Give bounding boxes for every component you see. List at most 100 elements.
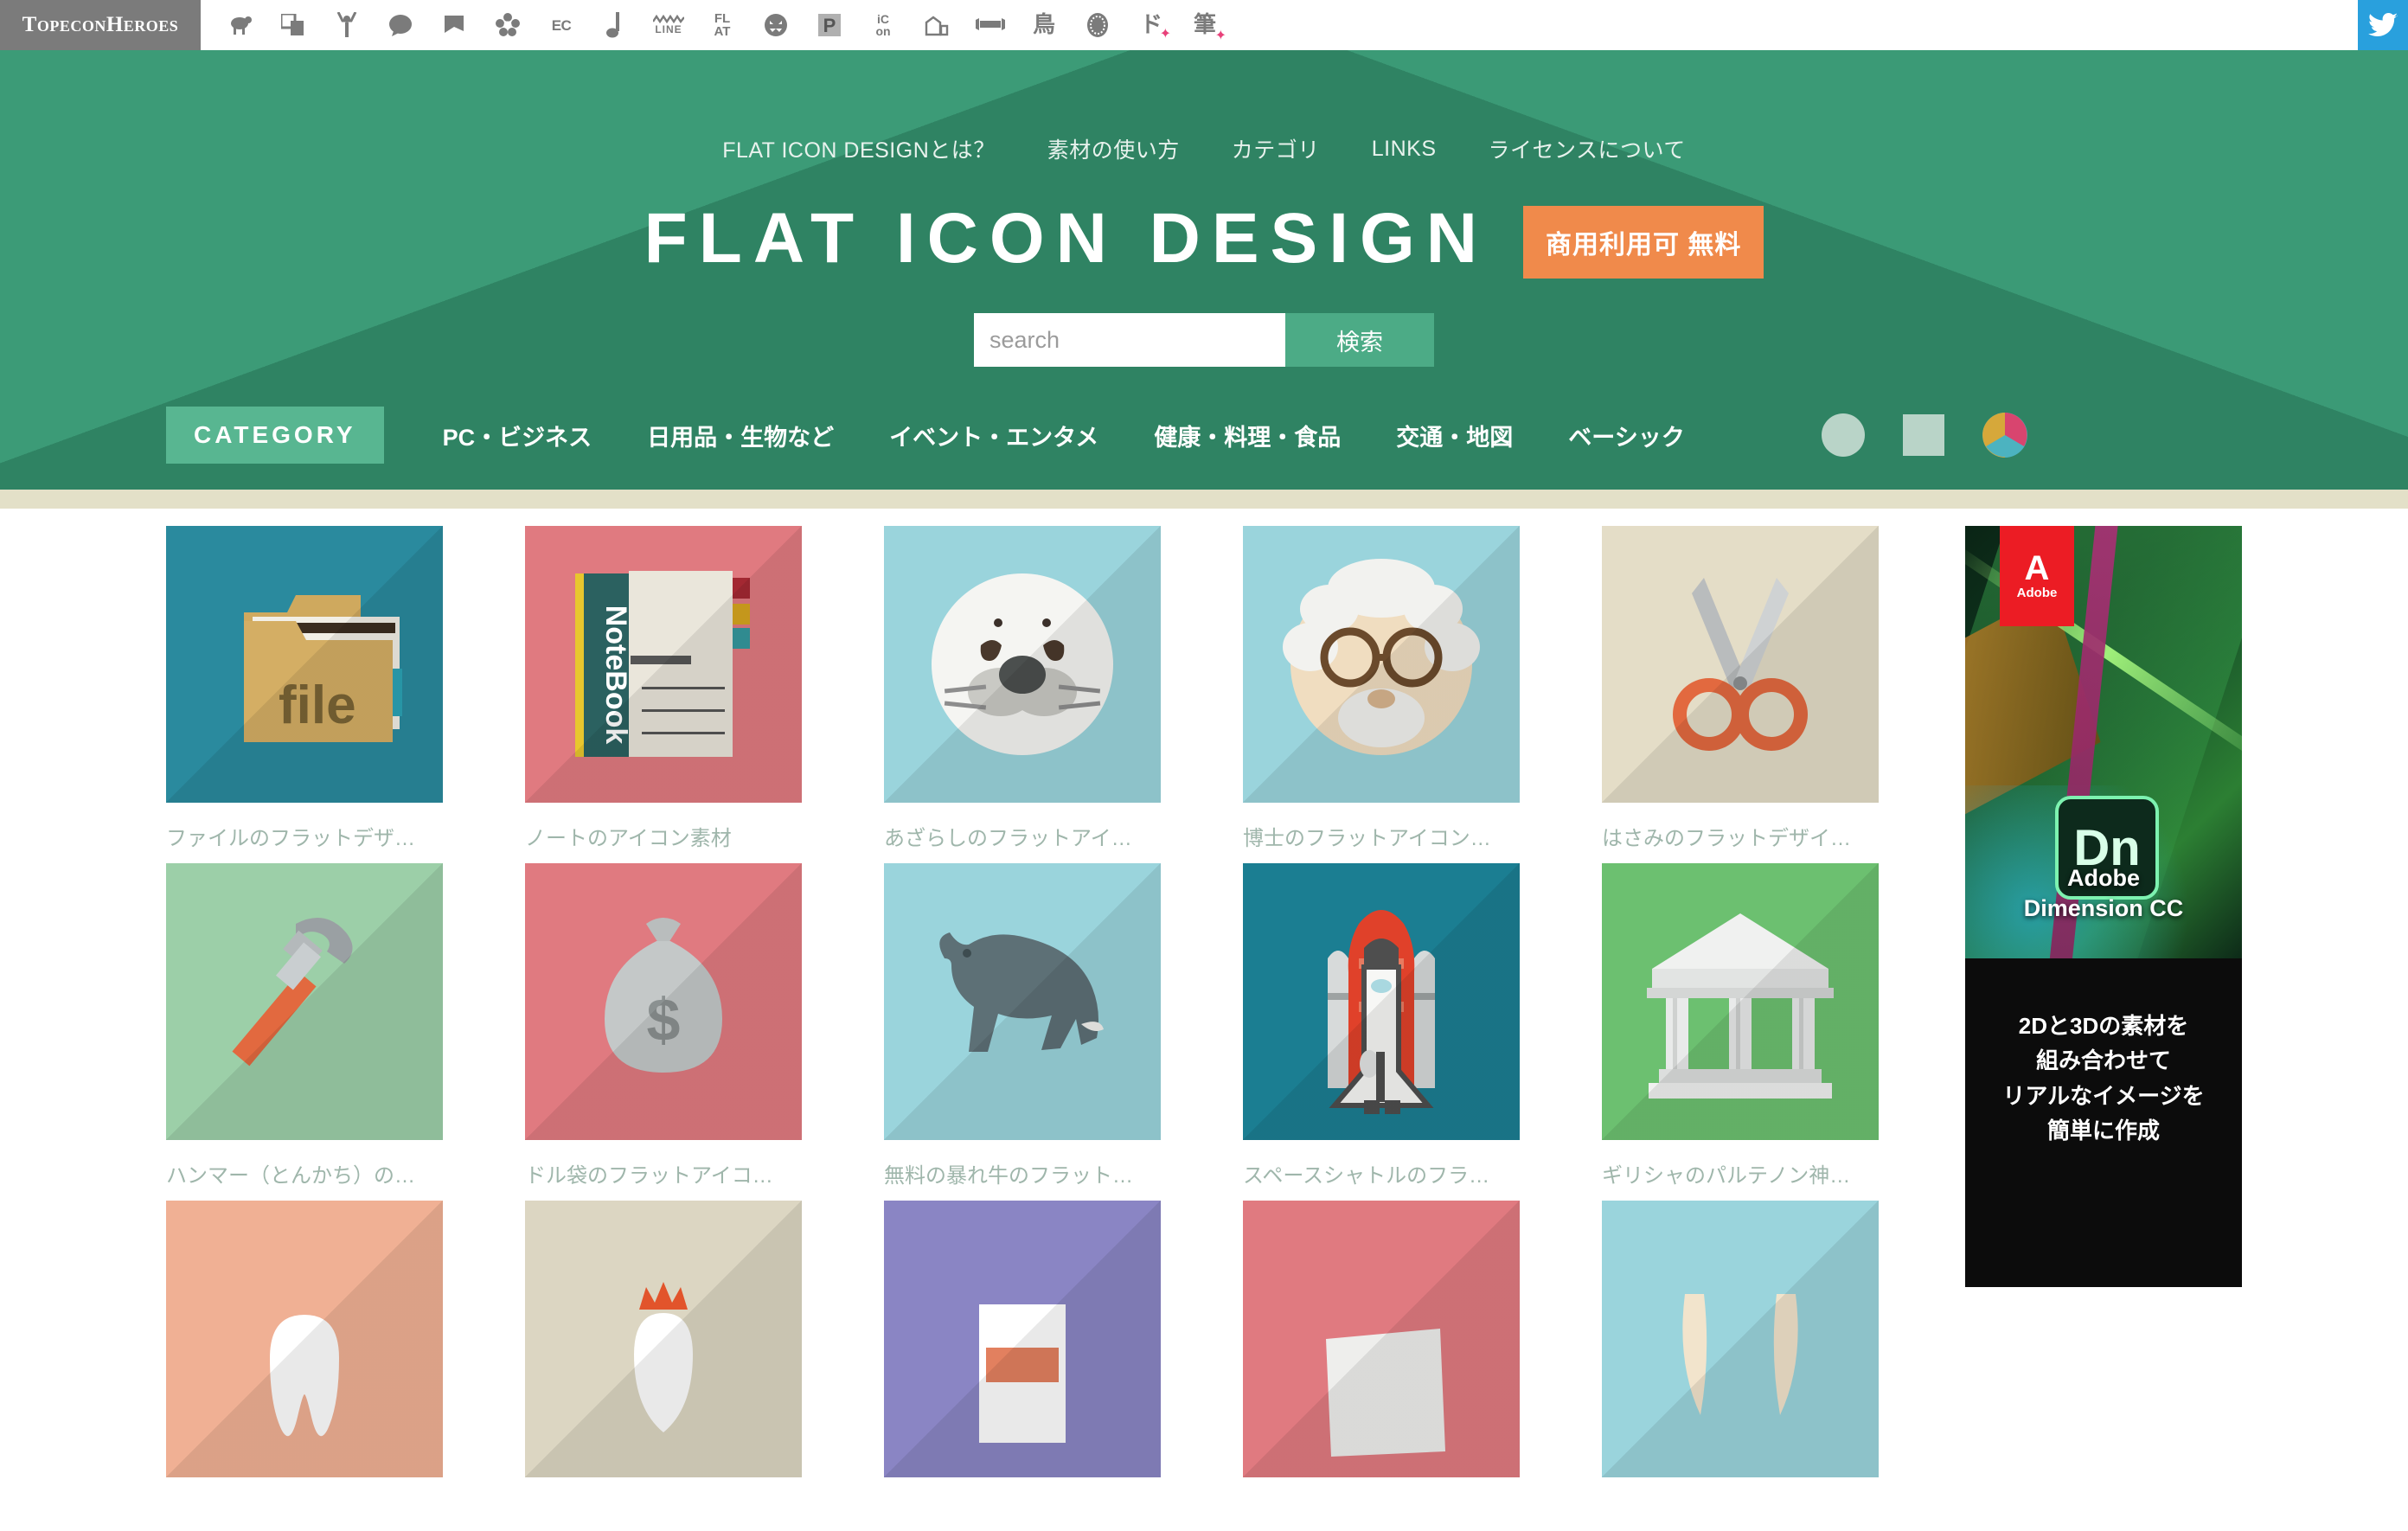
nav-license[interactable]: ライセンスについて [1463, 133, 1712, 164]
list-item-label: スペースシャトルのフラ… [1243, 1164, 1490, 1188]
speech-bubble-icon[interactable] [374, 0, 427, 50]
sofa-icon[interactable] [964, 0, 1017, 50]
list-item[interactable]: はさみのフラットデザイ… [1602, 526, 1961, 856]
list-item[interactable]: $ ドル袋のフラットアイコ… [525, 863, 884, 1194]
list-item-label: ファイルのフラットデザ… [166, 827, 415, 850]
hero-section: FLAT ICON DESIGNとは？ 素材の使い方 カテゴリ LINKS ライ… [0, 50, 2408, 490]
list-item[interactable] [884, 1201, 1243, 1531]
twitter-bird-icon [2368, 13, 2398, 36]
flat-icon-top: FL [714, 11, 731, 26]
sheep-icon[interactable] [213, 0, 266, 50]
free-commercial-badge: 商用利用可 無料 [1523, 206, 1764, 279]
search-form: 検索 [0, 313, 2408, 367]
svg-text:NoteBook: NoteBook [599, 605, 632, 745]
ad-title-line2: Dimension CC [2023, 895, 2184, 922]
hammer-icon[interactable] [166, 863, 443, 1140]
ad-body-line3: リアルなイメージを [2002, 1082, 2205, 1109]
professor-icon[interactable] [1243, 526, 1520, 803]
list-item[interactable]: スペースシャトルのフラ… [1243, 863, 1602, 1194]
brush-kanji-glyph: 筆 [1193, 12, 1216, 38]
nav-usage[interactable]: 素材の使い方 [1021, 133, 1206, 164]
list-item-label: 無料の暴れ牛のフラット… [884, 1164, 1133, 1188]
line-icon-label: LINE [655, 23, 682, 35]
rooster-icon[interactable] [525, 1201, 802, 1477]
building-icon[interactable] [910, 0, 964, 50]
shape-filter-group [1821, 413, 2027, 458]
paper-icon[interactable] [1243, 1201, 1520, 1477]
list-item-label: ドル袋のフラットアイコ… [525, 1164, 773, 1188]
list-item[interactable] [1243, 1201, 1602, 1531]
list-item[interactable] [525, 1201, 884, 1531]
ghost-icon[interactable] [749, 0, 803, 50]
list-item[interactable]: ギリシャのパルテノン神… [1602, 863, 1961, 1194]
category-transport-map[interactable]: 交通・地図 [1368, 419, 1540, 452]
shape-filter-square[interactable] [1902, 414, 1944, 456]
bull-icon[interactable] [884, 863, 1161, 1140]
icon-icon[interactable]: iC on [856, 0, 910, 50]
nav-links[interactable]: LINKS [1346, 137, 1463, 162]
file-folder-icon[interactable]: file [166, 526, 443, 803]
list-item-label [1243, 1496, 1602, 1531]
scissors-icon[interactable] [1602, 526, 1879, 803]
content-area: file ファイルのフラットデザ… NoteBook ノートのアイコン素材 あざ… [0, 509, 2408, 1477]
brand-logo[interactable]: TopeconHeroes [0, 0, 201, 50]
list-item[interactable]: 博士のフラットアイコン… [1243, 526, 1602, 856]
icon-icon-bottom: on [875, 24, 891, 38]
money-bag-icon[interactable]: $ [525, 863, 802, 1140]
horns-icon[interactable] [1602, 1201, 1879, 1477]
nav-category[interactable]: カテゴリ [1206, 133, 1346, 164]
list-item[interactable]: NoteBook ノートのアイコン素材 [525, 526, 884, 856]
advertisement-banner[interactable]: A Adobe Dn Adobe Dimension CC 2Dと3Dの素材を … [1965, 526, 2242, 1287]
category-pc-business[interactable]: PC・ビジネス [415, 419, 620, 452]
list-item[interactable] [1602, 1201, 1961, 1531]
divider-strip [0, 490, 2408, 509]
seal-icon[interactable] [884, 526, 1161, 803]
svg-text:$: $ [647, 986, 681, 1054]
search-input[interactable] [974, 313, 1285, 367]
pattern-circle-icon[interactable] [1071, 0, 1124, 50]
music-note-icon[interactable] [588, 0, 642, 50]
search-button[interactable]: 検索 [1285, 313, 1434, 367]
line-icon[interactable]: LINE [642, 0, 695, 50]
ec-icon[interactable]: EC [535, 0, 588, 50]
drink-cup-icon[interactable] [884, 1201, 1161, 1477]
person-cheer-icon[interactable] [320, 0, 374, 50]
bird-kanji-icon[interactable]: 鳥 [1017, 0, 1071, 50]
category-basic[interactable]: ベーシック [1540, 419, 1712, 452]
flat-icon[interactable]: FL AT [695, 0, 749, 50]
list-item[interactable]: あざらしのフラットアイ… [884, 526, 1243, 856]
tooth-icon[interactable] [166, 1201, 443, 1477]
do-sparkle-icon[interactable]: ド ✦ [1124, 0, 1178, 50]
parthenon-icon[interactable] [1602, 863, 1879, 1140]
list-item-label: 博士のフラットアイコン… [1243, 827, 1491, 850]
copy-icon[interactable] [266, 0, 320, 50]
parking-icon[interactable]: P [803, 0, 856, 50]
sparkle-accent2-icon: ✦ [1214, 29, 1226, 43]
topbar: TopeconHeroes EC LINE FL AT P iC on 鳥 ド … [0, 0, 2408, 50]
list-item[interactable]: 無料の暴れ牛のフラット… [884, 863, 1243, 1194]
shape-filter-circle[interactable] [1821, 413, 1865, 457]
notebook-icon[interactable]: NoteBook [525, 526, 802, 803]
list-item-label: ノートのアイコン素材 [525, 827, 732, 850]
adobe-wordmark: Adobe [2016, 585, 2058, 600]
ad-body-text: 2Dと3Dの素材を 組み合わせて リアルなイメージを 簡単に作成 [1965, 1009, 2242, 1148]
list-item-label: ギリシャのパルテノン神… [1602, 1164, 1851, 1188]
brush-kanji-icon[interactable]: 筆 ✦ [1178, 0, 1232, 50]
list-item[interactable]: file ファイルのフラットデザ… [166, 526, 525, 856]
list-item[interactable] [166, 1201, 525, 1531]
category-event-entertainment[interactable]: イベント・エンタメ [861, 419, 1126, 452]
flag-icon[interactable] [427, 0, 481, 50]
list-item-label: あざらしのフラットアイ… [884, 827, 1132, 850]
twitter-button[interactable] [2358, 0, 2408, 50]
ad-body-line4: 簡単に作成 [2046, 1117, 2160, 1143]
shape-filter-color-pie[interactable] [1982, 413, 2027, 458]
list-item[interactable]: ハンマー（とんかち）の… [166, 863, 525, 1194]
flower-icon[interactable] [481, 0, 535, 50]
icon-icon-top: iC [877, 12, 889, 26]
space-shuttle-icon[interactable] [1243, 863, 1520, 1140]
list-item-label [166, 1496, 525, 1531]
category-daily-goods[interactable]: 日用品・生物など [619, 419, 861, 452]
ad-title: Adobe Dimension CC [1965, 863, 2242, 924]
category-health-food[interactable]: 健康・料理・食品 [1126, 419, 1368, 452]
nav-about[interactable]: FLAT ICON DESIGNとは？ [696, 133, 1021, 164]
